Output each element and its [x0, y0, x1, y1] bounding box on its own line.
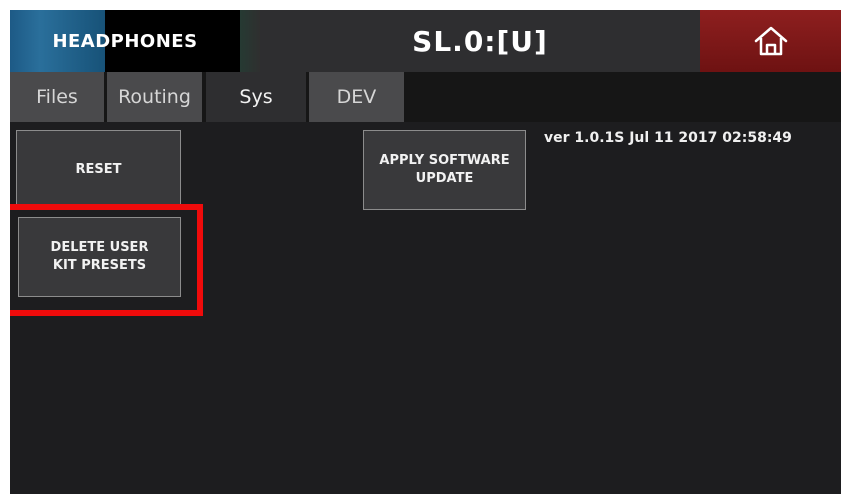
kit-title: SL.0:[U] — [260, 10, 700, 72]
home-button[interactable] — [700, 10, 841, 72]
sys-panel: RESET DELETE USER KIT PRESETS APPLY SOFT… — [10, 122, 841, 494]
output-badge[interactable]: HEADPHONES — [10, 10, 240, 72]
reset-button[interactable]: RESET — [16, 130, 181, 210]
tab-sys[interactable]: Sys — [206, 72, 306, 122]
tab-dev[interactable]: DEV — [309, 72, 404, 122]
highlight-box — [10, 204, 203, 316]
apply-update-label: APPLY SOFTWARE UPDATE — [379, 153, 510, 186]
top-bar: HEADPHONES SL.0:[U] — [10, 10, 841, 72]
tab-files[interactable]: Files — [10, 72, 104, 122]
device-screen: HEADPHONES SL.0:[U] Files Routing Sys DE… — [10, 10, 841, 494]
tab-routing[interactable]: Routing — [107, 72, 202, 122]
home-icon — [754, 26, 787, 56]
tab-bar: Files Routing Sys DEV — [10, 72, 841, 122]
decorative-strip — [240, 10, 260, 72]
reset-label: RESET — [75, 162, 122, 177]
apply-software-update-button[interactable]: APPLY SOFTWARE UPDATE — [363, 130, 526, 210]
version-text: ver 1.0.1S Jul 11 2017 02:58:49 — [544, 130, 792, 146]
